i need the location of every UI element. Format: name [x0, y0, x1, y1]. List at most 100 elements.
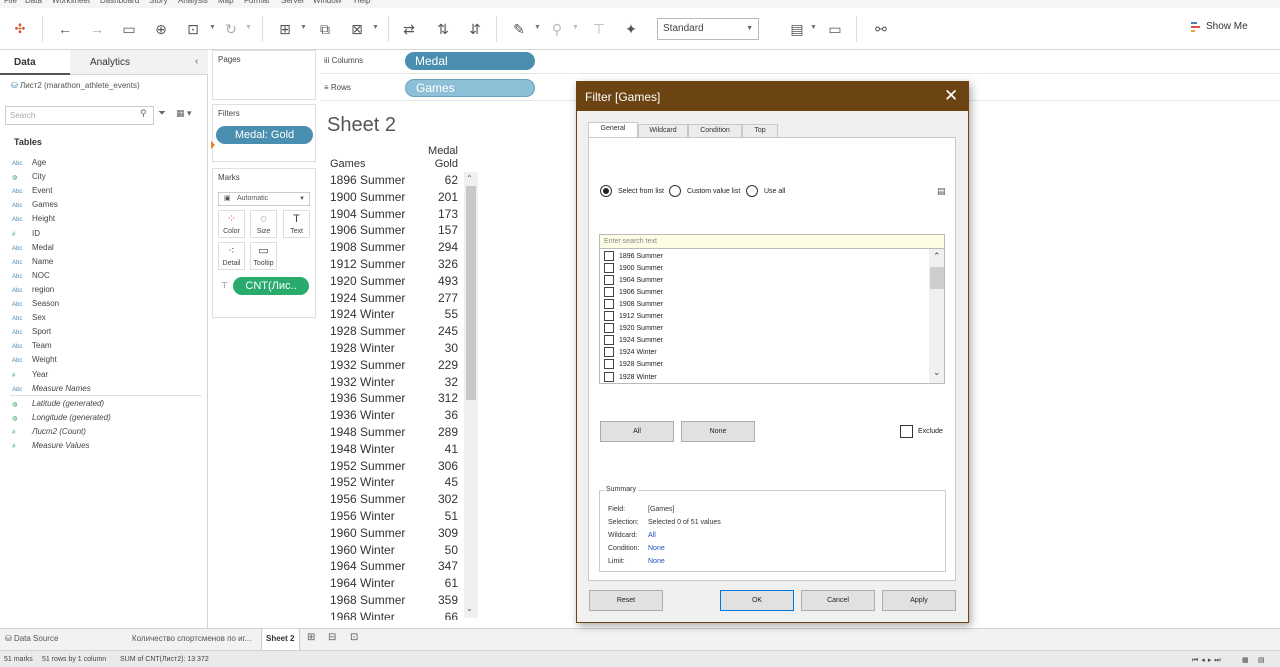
- scroll-up-icon[interactable]: ⌃: [466, 174, 473, 183]
- text-button[interactable]: T Text: [283, 210, 310, 238]
- swap-icon[interactable]: ⇄: [398, 18, 420, 40]
- refresh-icon[interactable]: ↻: [220, 18, 242, 40]
- item-checkbox[interactable]: [604, 323, 614, 334]
- table-row[interactable]: 1924 Winter 55: [328, 306, 462, 323]
- field-item[interactable]: Abc Age: [12, 158, 46, 172]
- table-row[interactable]: 1920 Summer 493: [328, 273, 462, 290]
- field-item[interactable]: # ID: [12, 229, 40, 243]
- chevron-down-icon[interactable]: ▼: [372, 24, 379, 31]
- ok-button[interactable]: OK: [720, 590, 794, 611]
- dialog-titlebar[interactable]: Filter [Games] ✕: [577, 82, 968, 111]
- marks-pill-count[interactable]: CNT(Лис..: [233, 277, 309, 295]
- table-row[interactable]: 1960 Summer 309: [328, 525, 462, 542]
- menu-item-data[interactable]: Data: [25, 0, 42, 5]
- field-item[interactable]: Abc Sport: [12, 327, 51, 341]
- cancel-button[interactable]: Cancel: [801, 590, 875, 611]
- summary-condition-value[interactable]: None: [648, 545, 665, 552]
- measure-item[interactable]: ◍ Longitude (generated): [12, 413, 111, 427]
- search-input[interactable]: Search: [5, 106, 154, 125]
- list-item[interactable]: 1928 Winter: [604, 371, 924, 384]
- sheet-scrollbar[interactable]: ⌃ ⌄: [464, 172, 478, 618]
- close-icon[interactable]: ✕: [944, 86, 958, 106]
- reset-button[interactable]: Reset: [589, 590, 663, 611]
- mark-type-select[interactable]: ▣ Automatic ▼: [218, 192, 310, 206]
- table-row[interactable]: 1964 Winter 61: [328, 575, 462, 592]
- field-item[interactable]: Abc Sex: [12, 313, 46, 327]
- table-row[interactable]: 1956 Summer 302: [328, 491, 462, 508]
- table-row[interactable]: 1908 Summer 294: [328, 239, 462, 256]
- radio-custom-value-list[interactable]: [669, 185, 681, 197]
- chevron-down-icon[interactable]: ▼: [300, 24, 307, 31]
- exclude-checkbox[interactable]: [900, 425, 913, 438]
- table-row[interactable]: 1912 Summer 326: [328, 256, 462, 273]
- field-item[interactable]: Abc Event: [12, 186, 52, 200]
- field-item[interactable]: Abc Height: [12, 214, 55, 228]
- menu-item-format[interactable]: Format: [244, 0, 269, 5]
- values-scrollbar[interactable]: ⌃ ⌄: [929, 249, 944, 383]
- cards-icon[interactable]: ▤: [786, 18, 808, 40]
- chevron-down-icon[interactable]: ▼: [209, 24, 216, 31]
- chevron-down-icon[interactable]: ▼: [245, 24, 252, 31]
- item-checkbox[interactable]: [604, 347, 614, 358]
- datasource-label[interactable]: ⛁ Лист2 (marathon_athlete_events): [11, 81, 140, 90]
- chevron-down-icon[interactable]: ▼: [810, 24, 817, 31]
- list-item[interactable]: 1896 Summer: [604, 251, 924, 263]
- pause-updates-icon[interactable]: ⊡: [182, 18, 204, 40]
- measure-item[interactable]: # Лист2 (Count): [12, 427, 86, 441]
- table-row[interactable]: 1952 Summer 306: [328, 458, 462, 475]
- pages-shelf[interactable]: Pages: [212, 50, 316, 100]
- field-item[interactable]: Abc NOC: [12, 271, 50, 285]
- field-item[interactable]: Abc Name: [12, 257, 53, 271]
- field-item[interactable]: Abc Medal: [12, 243, 54, 257]
- labels-icon[interactable]: ⊤: [588, 18, 610, 40]
- radio-select-from-list[interactable]: [600, 185, 612, 197]
- clear-sheet-icon[interactable]: ⊠: [346, 18, 368, 40]
- table-row[interactable]: 1964 Summer 347: [328, 558, 462, 575]
- table-row[interactable]: 1924 Summer 277: [328, 290, 462, 307]
- duplicate-icon[interactable]: ⧉: [314, 18, 336, 40]
- tab-data-source[interactable]: ⛁ Data Source: [5, 634, 58, 643]
- all-button[interactable]: All: [600, 421, 674, 442]
- tableau-logo-icon[interactable]: ✣: [9, 18, 31, 40]
- item-checkbox[interactable]: [604, 299, 614, 310]
- show-me-icon[interactable]: [1191, 22, 1200, 32]
- columns-shelf[interactable]: iii Columns Medal: [320, 50, 1280, 74]
- menu-item-analysis[interactable]: Analysis: [178, 0, 208, 5]
- menu-item-story[interactable]: Story: [149, 0, 168, 5]
- list-search-input[interactable]: Enter search text: [599, 234, 945, 249]
- scroll-up-icon[interactable]: ⌃: [933, 251, 941, 262]
- save-icon[interactable]: ▭: [118, 18, 140, 40]
- size-button[interactable]: ◌ Size: [250, 210, 277, 238]
- field-item[interactable]: Abc Weight: [12, 355, 57, 369]
- list-item[interactable]: 1928 Summer: [604, 359, 924, 371]
- radio-use-all[interactable]: [746, 185, 758, 197]
- chevron-down-icon[interactable]: ▼: [572, 24, 579, 31]
- item-checkbox[interactable]: [604, 251, 614, 261]
- menu-item-file[interactable]: File: [4, 0, 17, 5]
- table-row[interactable]: 1904 Summer 173: [328, 206, 462, 223]
- new-dashboard-icon[interactable]: ⊟: [328, 632, 336, 643]
- new-story-icon[interactable]: ⊡: [350, 632, 358, 643]
- menu-item-server[interactable]: Server: [281, 0, 305, 5]
- tab-data[interactable]: Data: [0, 50, 70, 75]
- tab-nav-icons[interactable]: ⏮◂▸⏭: [1192, 656, 1224, 665]
- new-worksheet-icon[interactable]: ⊞: [274, 18, 296, 40]
- collapse-icon[interactable]: ‹: [195, 56, 198, 67]
- list-menu-icon[interactable]: ▤: [937, 186, 946, 197]
- table-row[interactable]: 1948 Winter 41: [328, 441, 462, 458]
- scroll-down-icon[interactable]: ⌄: [466, 604, 473, 613]
- tooltip-button[interactable]: ▭ Tooltip: [250, 242, 277, 270]
- sort-descending-icon[interactable]: ⇵: [464, 18, 486, 40]
- table-row[interactable]: 1936 Summer 312: [328, 390, 462, 407]
- field-item[interactable]: ◍ City: [12, 172, 46, 186]
- share-icon[interactable]: ⚯: [870, 18, 892, 40]
- chevron-down-icon[interactable]: ▼: [534, 24, 541, 31]
- sort-ascending-icon[interactable]: ⇅: [432, 18, 454, 40]
- item-checkbox[interactable]: [604, 275, 614, 286]
- undo-icon[interactable]: ←: [54, 18, 76, 40]
- list-item[interactable]: 1912 Summer: [604, 311, 924, 323]
- item-checkbox[interactable]: [604, 359, 614, 370]
- group-icon[interactable]: ⚲: [546, 18, 568, 40]
- table-row[interactable]: 1928 Winter 30: [328, 340, 462, 357]
- list-item[interactable]: 1900 Summer: [604, 263, 924, 275]
